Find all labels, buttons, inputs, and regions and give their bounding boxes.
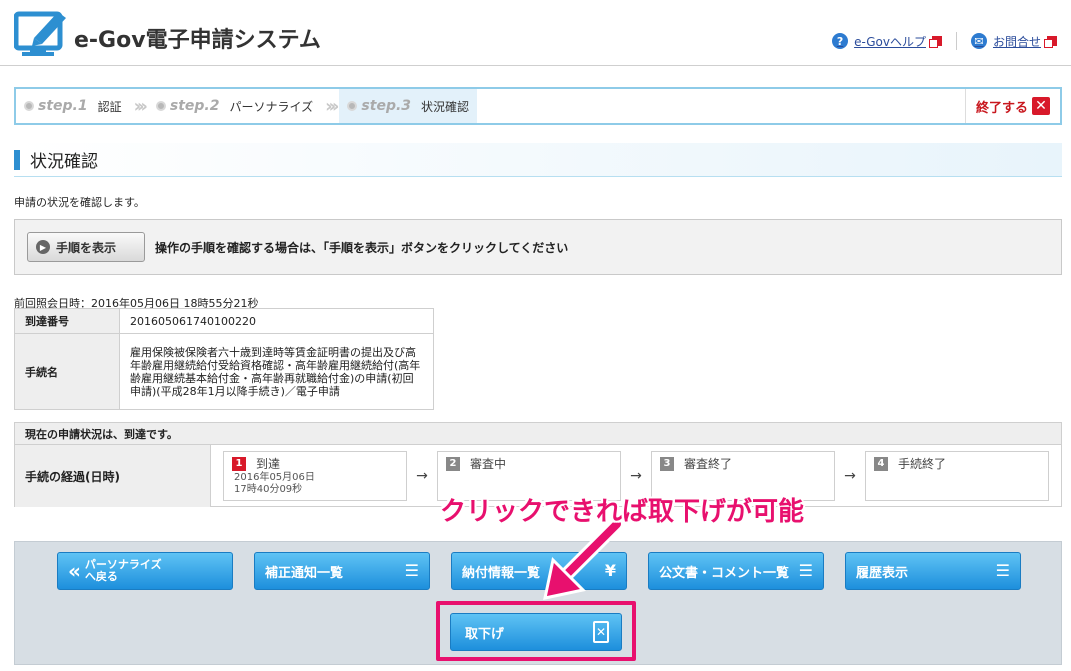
documents-comments-button[interactable]: 公文書・コメント一覧 ☰ [648,552,824,590]
help-link[interactable]: ? e-Govヘルプ [832,33,942,50]
step-label: パーソナライズ [229,99,314,114]
list-icon: ☰ [404,561,419,580]
step-3: step.3 状況確認 [339,89,478,123]
back-to-personalize-button[interactable]: « パーソナライズ へ戻る [57,552,233,590]
arrow-right-icon: → [844,468,856,484]
withdraw-highlight-box: 取下げ ✕ [436,601,636,661]
step-dot-icon [347,101,358,111]
step-label: 認証 [97,99,122,114]
logo-text: e-Gov電子申請システム [74,28,321,53]
step-dot-icon [155,101,166,111]
flow-step-title: 審査終了 [684,457,733,471]
help-icon: ? [832,33,849,49]
list-icon: ☰ [995,561,1010,580]
payment-list-label: 納付情報一覧 [462,565,541,581]
history-label: 履歴表示 [856,565,909,581]
flow-step-date: 2016年05月06日 [234,472,315,483]
howto-text: 操作の手順を確認する場合は、「手順を表示」ボタンをクリックしてください [155,240,569,255]
step-number-badge: 1 [232,456,246,471]
documents-comments-label: 公文書・コメント一覧 [659,565,790,581]
step-number-badge: 3 [660,456,674,471]
play-icon: ▶ [36,240,50,254]
procedure-name-value: 雇用保険被保険者六十歳到達時等賃金証明書の提出及び高年齢雇用継続給付受給資格確認… [119,333,434,410]
flow-step-title: 到達 [256,457,281,471]
show-steps-button[interactable]: ▶ 手順を表示 [27,232,145,262]
egov-logo-icon [14,11,66,56]
step-number: step.1 [38,98,88,114]
flow-step-time: 17時40分09秒 [234,484,303,495]
title-accent-bar [14,149,20,170]
step-number: step.2 [169,98,220,114]
flow-step-procedure-done: 4 手続終了 [865,451,1049,501]
flow-step-title: 審査中 [470,457,507,471]
howto-panel: ▶ 手順を表示 操作の手順を確認する場合は、「手順を表示」ボタンをクリックしてく… [14,219,1062,275]
external-window-icon [1044,36,1057,48]
annotation-arrow-icon [543,520,624,600]
header-divider [955,32,957,50]
correction-list-label: 補正通知一覧 [265,565,344,581]
end-button-label: 終了する [975,100,1028,116]
step-bar: step.1 認証 ››› step.2 パーソナライズ ››› step.3 … [14,87,1062,125]
double-chevron-icon: ››› [133,95,148,117]
flow-step-title: 手続終了 [898,457,947,471]
contact-link[interactable]: ✉ お問合せ [970,33,1057,50]
back-button-label: パーソナライズ へ戻る [85,559,162,583]
double-chevron-left-icon: « [68,559,81,583]
double-chevron-icon: ››› [325,95,339,117]
external-window-icon [928,36,942,48]
arrow-right-icon: → [416,468,428,484]
back-label-line2: へ戻る [84,570,118,583]
page-title-text: 状況確認 [30,152,98,172]
step-1: step.1 認証 [16,89,130,123]
withdraw-label: 取下げ [465,626,505,642]
flow-step-arrived: 1 到達 2016年05月06日 17時40分09秒 [223,451,407,501]
correction-list-button[interactable]: 補正通知一覧 ☰ [254,552,430,590]
history-button[interactable]: 履歴表示 ☰ [845,552,1021,590]
arrow-right-icon: → [630,468,642,484]
contact-link-label: お問合せ [992,34,1041,49]
step-2: step.2 パーソナライズ [148,89,321,123]
status-heading: 現在の申請状況は、到達です。 [15,423,1061,445]
header-links: ? e-Govヘルプ ✉ お問合せ [832,32,1057,50]
withdraw-button[interactable]: 取下げ ✕ [450,613,622,651]
page-description: 申請の状況を確認します。 [14,196,145,209]
close-icon: ✕ [1032,97,1050,115]
header: e-Gov電子申請システム ? e-Govヘルプ ✉ お問合せ [0,0,1071,66]
progress-label: 手続の経過(日時) [15,445,211,507]
arrival-number-label: 到達番号 [14,308,120,334]
page-title: 状況確認 [14,143,1062,177]
annotation-text: クリックできれば取下げが可能 [440,497,805,527]
mail-icon: ✉ [970,33,987,49]
step-dot-icon [24,101,34,111]
step-number-badge: 2 [446,456,460,471]
arrival-number-value: 201605061740100220 [119,308,434,334]
step-number: step.3 [361,98,412,114]
procedure-name-label: 手続名 [14,333,120,410]
end-button[interactable]: 終了する ✕ [964,89,1060,123]
table-row: 手続名 雇用保険被保険者六十歳到達時等賃金証明書の提出及び高年齢雇用継続給付受給… [14,333,434,410]
application-info-table: 到達番号 201605061740100220 手続名 雇用保険被保険者六十歳到… [14,308,434,410]
step-number-badge: 4 [874,456,888,471]
step-label: 状況確認 [421,99,470,114]
show-steps-label: 手順を表示 [56,240,117,255]
help-link-label: e-Govヘルプ [854,34,926,49]
cancel-document-icon: ✕ [593,621,609,643]
table-row: 到達番号 201605061740100220 [14,308,434,334]
list-icon: ☰ [798,561,813,580]
